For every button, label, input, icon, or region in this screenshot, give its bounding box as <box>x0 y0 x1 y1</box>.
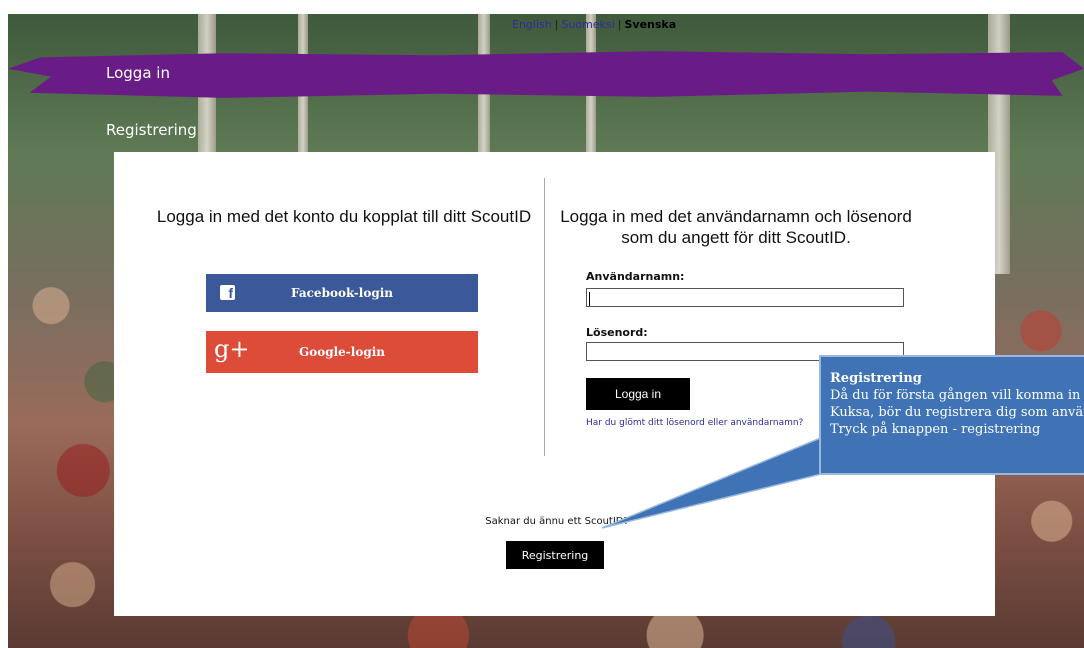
google-login-button[interactable]: g+ Google-login <box>206 331 478 373</box>
facebook-login-button[interactable]: f Facebook-login <box>206 274 478 312</box>
facebook-icon: f <box>220 285 235 301</box>
registration-callout: Registrering Då du för första gången vil… <box>820 356 1084 474</box>
nav-login-link[interactable]: Logga in <box>106 64 170 82</box>
no-scoutid-prompt: Saknar du ännu ett ScoutID? <box>485 516 629 527</box>
lang-english-link[interactable]: English <box>512 18 552 31</box>
credentials-login-title: Logga in med det användarnamn och löseno… <box>560 207 912 247</box>
panel-divider <box>544 178 545 456</box>
username-label: Användarnamn: <box>586 270 685 283</box>
lang-swedish-current[interactable]: Svenska <box>625 18 677 31</box>
callout-line-2: Kuksa, bör du registrera dig som använda… <box>830 405 1084 420</box>
language-switcher: English | Suomeksi | Svenska <box>512 18 677 31</box>
lang-finnish-link[interactable]: Suomeksi <box>561 18 614 31</box>
text-cursor <box>589 292 590 306</box>
nav-register-link[interactable]: Registrering <box>106 121 197 139</box>
register-button[interactable]: Registrering <box>506 541 604 569</box>
callout-title: Registrering <box>830 371 922 386</box>
password-label: Lösenord: <box>586 326 648 339</box>
callout-line-1: Då du för första gången vill komma in i <box>830 388 1084 403</box>
login-button[interactable]: Logga in <box>586 378 690 410</box>
social-login-title: Logga in med det konto du kopplat till d… <box>156 207 532 226</box>
username-input[interactable] <box>586 288 904 307</box>
callout-line-3: Tryck på knappen - registrering <box>830 422 1041 437</box>
facebook-login-label: Facebook-login <box>290 286 394 300</box>
forgot-password-link[interactable]: Har du glömt ditt lösenord eller använda… <box>586 418 803 428</box>
google-plus-icon: g+ <box>214 335 250 363</box>
